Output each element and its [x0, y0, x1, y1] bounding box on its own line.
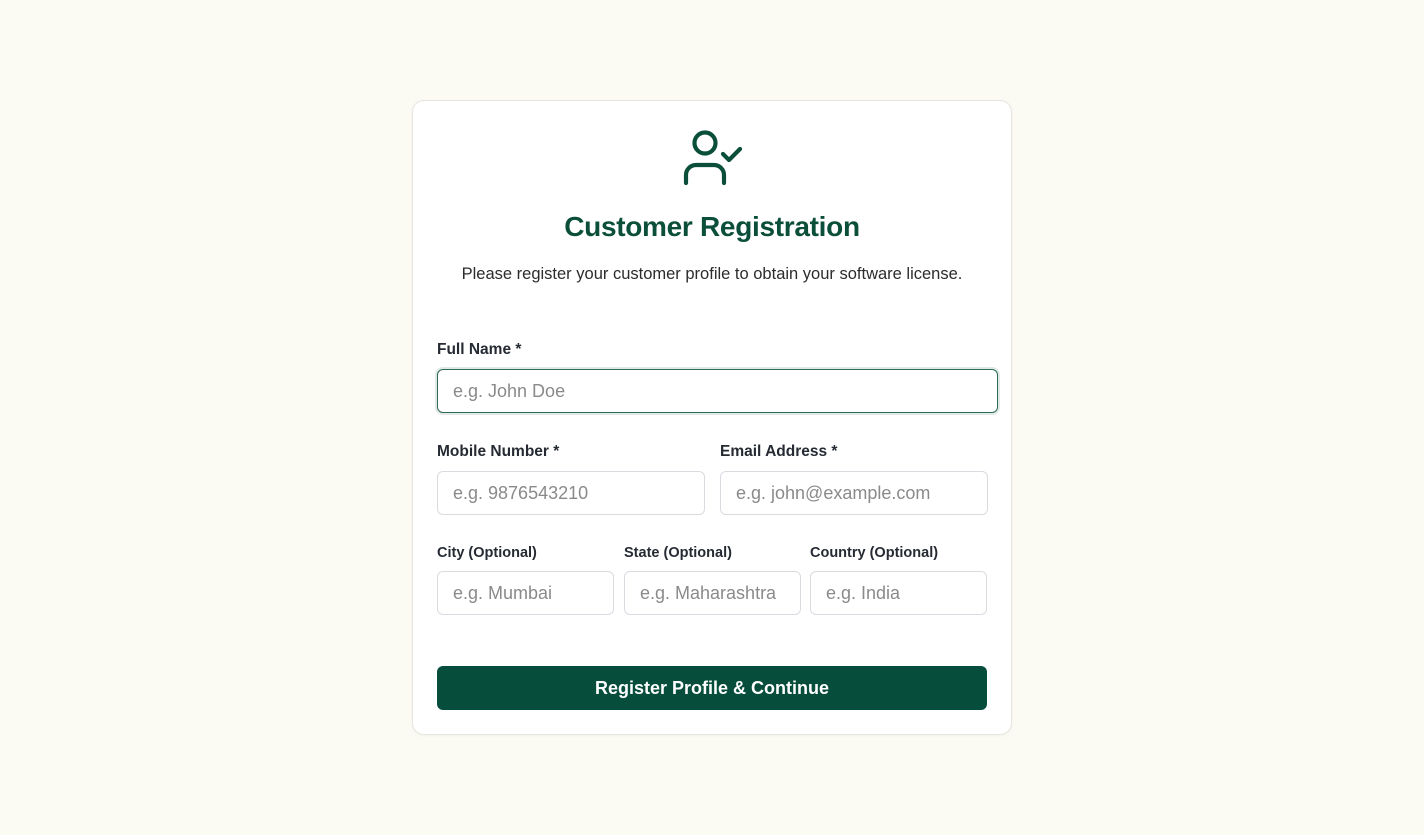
- full-name-label: Full Name *: [437, 341, 522, 358]
- email-address-label: Email Address *: [720, 443, 838, 460]
- state-label: State (Optional): [624, 545, 732, 561]
- page-title: Customer Registration: [564, 211, 860, 242]
- state-input[interactable]: [624, 571, 801, 615]
- register-profile-button[interactable]: Register Profile & Continue: [437, 666, 987, 710]
- user-check-icon: [681, 129, 745, 187]
- email-address-input[interactable]: [720, 471, 988, 515]
- country-input[interactable]: [810, 571, 987, 615]
- full-name-input[interactable]: [437, 369, 998, 413]
- registration-card: Customer Registration Please register yo…: [412, 100, 1012, 735]
- country-label: Country (Optional): [810, 545, 939, 561]
- city-input[interactable]: [437, 571, 614, 615]
- city-label: City (Optional): [437, 545, 537, 561]
- mobile-number-label: Mobile Number *: [437, 443, 560, 460]
- page-subtitle: Please register your customer profile to…: [461, 265, 963, 283]
- mobile-number-input[interactable]: [437, 471, 705, 515]
